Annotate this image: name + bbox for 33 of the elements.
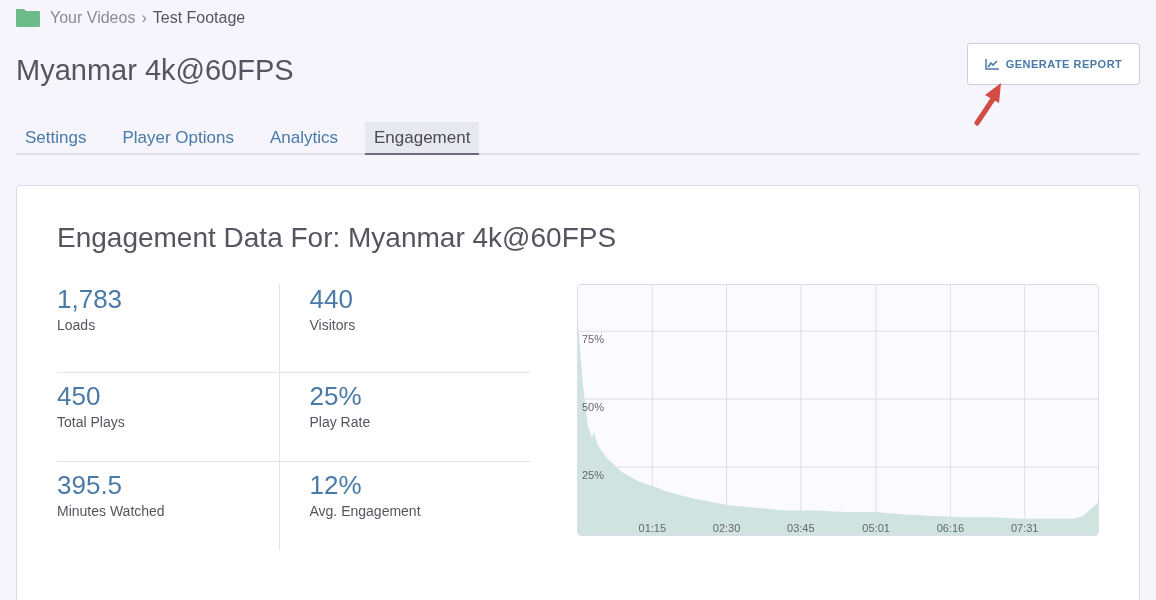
stat-label: Visitors — [309, 317, 357, 333]
y-tick-label: 25% — [582, 469, 605, 482]
breadcrumb-link[interactable]: Your Videos — [50, 9, 136, 27]
folder-icon — [16, 9, 40, 27]
stat-label: Total Plays — [57, 414, 126, 430]
stat-label: Avg. Engagement — [309, 503, 422, 519]
x-tick-label: 05:01 — [862, 522, 890, 534]
stat-value: 1,783 — [57, 284, 124, 315]
generate-report-button[interactable]: GENERATE REPORT — [967, 43, 1140, 85]
line-chart-icon — [984, 58, 1000, 70]
stat-value: 25% — [309, 381, 363, 412]
tab[interactable]: Engagement — [364, 122, 480, 155]
y-tick-label: 50% — [582, 401, 605, 414]
x-tick-label: 01:15 — [638, 522, 667, 534]
x-tick-label: 02:30 — [712, 522, 741, 534]
stat-value: 395.5 — [57, 470, 124, 501]
x-tick-label: 06:16 — [936, 522, 965, 534]
breadcrumb-separator: › — [141, 9, 147, 27]
stat-value: 450 — [57, 381, 102, 412]
tab[interactable]: Analytics — [260, 122, 347, 155]
stat-label: Minutes Watched — [57, 503, 166, 519]
stat-value: 12% — [309, 470, 363, 501]
panel-heading: Engagement Data For: Myanmar 4k@60FPS — [57, 222, 618, 254]
tab[interactable]: Player Options — [113, 122, 243, 155]
x-tick-label: 03:45 — [787, 522, 815, 534]
page-title: Myanmar 4k@60FPS — [16, 54, 294, 87]
y-tick-label: 75% — [582, 333, 605, 346]
breadcrumb-current: Test Footage — [152, 9, 246, 27]
stat-label: Loads — [57, 317, 97, 333]
x-tick-label: 07:31 — [1010, 522, 1039, 534]
tab[interactable]: Settings — [16, 122, 96, 155]
stat-value: 440 — [309, 284, 354, 315]
stat-label: Play Rate — [309, 414, 372, 430]
